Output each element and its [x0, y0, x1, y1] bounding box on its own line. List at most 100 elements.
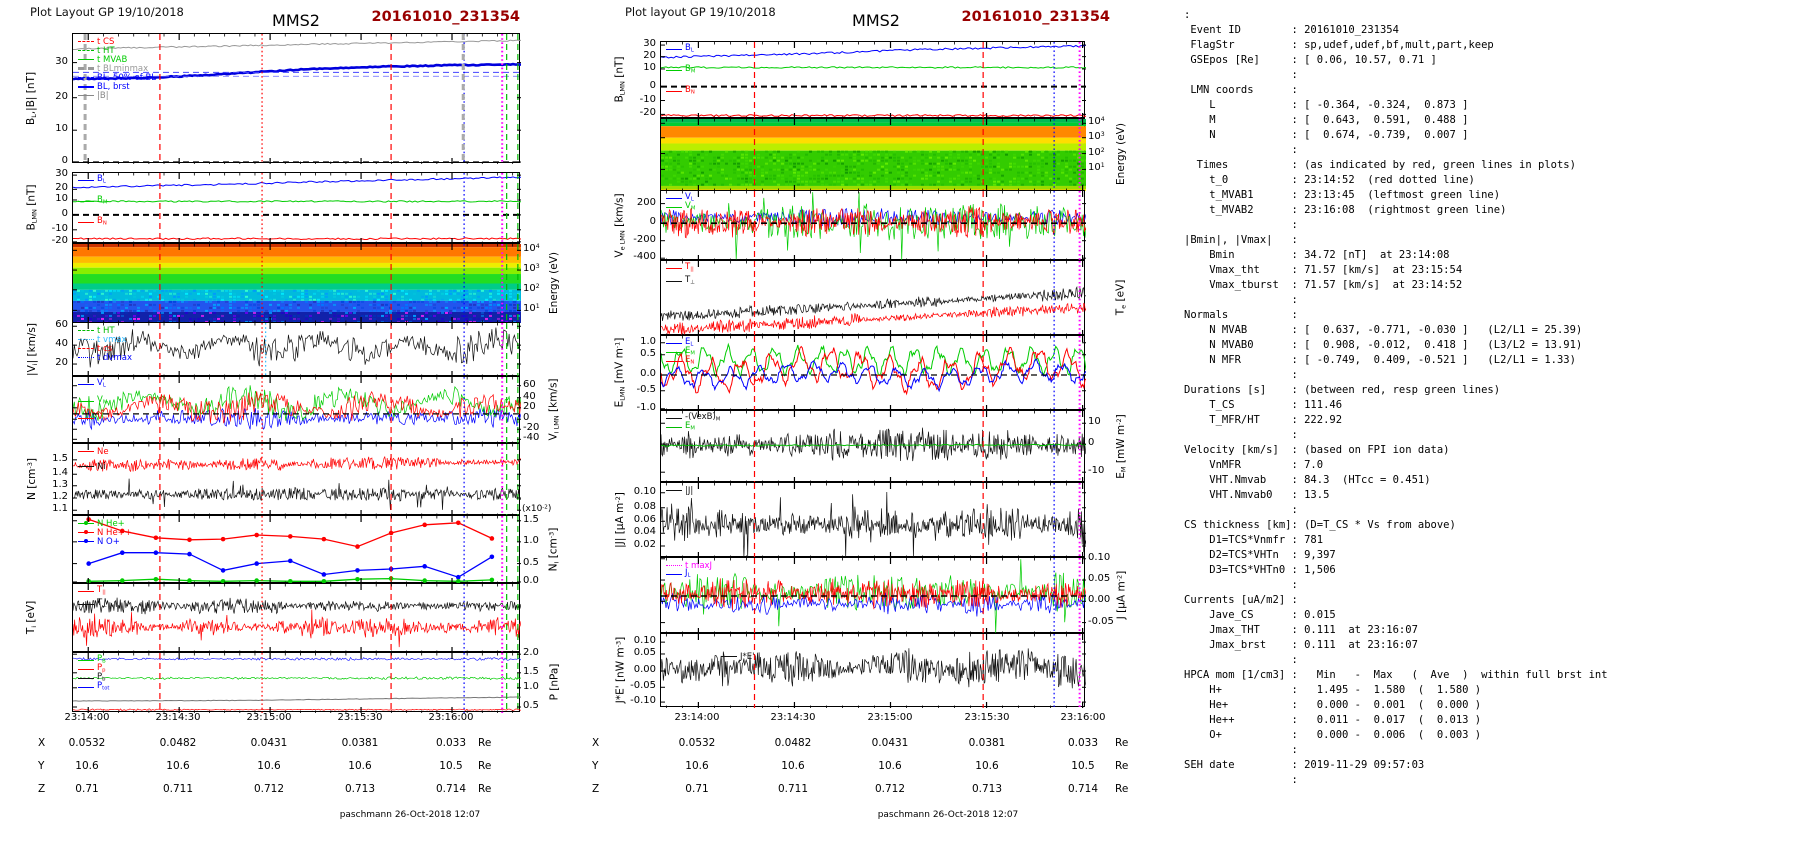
y-tick-label: 0.5	[640, 347, 656, 359]
y-tick-label: 1.5	[52, 452, 68, 464]
credit-line: paschmann 26-Oct-2018 12:07	[339, 810, 481, 820]
info-line: :	[1184, 144, 1298, 156]
footer-value: 0.713	[344, 783, 376, 795]
legend-label: t HT	[97, 45, 115, 56]
info-line: D1=TCS*Vnmfr : 781	[1184, 534, 1324, 546]
spacecraft-title: MMS2	[272, 11, 320, 30]
y-tick-label: 200	[636, 196, 656, 208]
y-tick-label: 10	[55, 123, 68, 135]
footer-value: 0.713	[971, 783, 1003, 795]
panel-ti: T|| T⊥	[72, 583, 521, 653]
legend-entry: N He+	[78, 519, 132, 528]
info-line: LMN coords :	[1184, 84, 1298, 96]
legend-label: |J|	[685, 485, 694, 496]
y-tick-label: 0.05	[1088, 573, 1111, 585]
solid-line-icon	[666, 418, 682, 419]
y-tick-label: 0.04	[633, 526, 656, 538]
y-tick-label: 1.5	[523, 513, 539, 525]
legend: -(VexB)M EM	[666, 413, 720, 432]
footer-unit: Re	[1115, 737, 1129, 749]
dashed-line-icon	[78, 77, 94, 78]
panel-j_lmn: t maxJ JL	[660, 557, 1086, 634]
info-line: Jave_CS : 0.015	[1184, 609, 1336, 621]
dashed-line-icon	[78, 50, 94, 51]
panel-e_lmn: EL EM EN	[660, 335, 1086, 411]
info-line: T_CS : 111.46	[1184, 399, 1343, 411]
info-line: Currents [uA/m2] :	[1184, 594, 1298, 606]
footer-value: 0.714	[435, 783, 467, 795]
solid-line-icon	[78, 418, 94, 419]
footer-value: 10.5	[439, 760, 463, 772]
panel-jmag: |J|	[660, 482, 1086, 558]
y-tick-label: 0	[61, 155, 68, 167]
info-line: He++ : 0.011 - 0.017 ( 0.013 )	[1184, 714, 1482, 726]
x-tick-label: 23:14:00	[674, 712, 720, 723]
legend-label: VL	[97, 378, 106, 389]
plot-canvas	[661, 483, 1086, 558]
x-tick-label: 23:16:00	[428, 712, 474, 723]
y-tick-label: -20	[639, 107, 656, 119]
legend-label: BL	[97, 174, 106, 185]
solid-line-icon	[666, 198, 682, 199]
y-tick-label: 102	[523, 282, 540, 294]
panel-vi_mag: t HT t vmax t cs t dvmax	[72, 322, 521, 377]
y-tick-label: 0.0	[640, 368, 656, 379]
footer-value: 10.5	[1071, 760, 1095, 772]
legend-entry: VL	[78, 378, 107, 389]
y-tick-label: 1.3	[52, 478, 68, 490]
credit-line: paschmann 26-Oct-2018 12:07	[877, 810, 1019, 820]
solid-line-icon	[78, 539, 94, 543]
legend-entry: VM	[78, 396, 107, 406]
legend-label: t dvmax	[97, 352, 132, 363]
footer-value: 10.6	[685, 760, 709, 772]
info-line: :	[1184, 9, 1191, 21]
legend-label: BN	[97, 216, 107, 227]
legend-entry: VM	[666, 201, 696, 212]
legend-label: VN	[97, 412, 107, 423]
footer-value: 10.6	[348, 760, 372, 772]
legend-entry: t BLminmax	[78, 64, 156, 73]
footer-value: 0.711	[162, 783, 194, 795]
y-tick-label: 0.10	[633, 635, 656, 647]
legend: BL BM BN	[78, 174, 107, 227]
y-tick-label: 20	[55, 90, 68, 102]
y-tick-label: 20	[643, 49, 656, 61]
legend-entry: t dvmax	[78, 353, 132, 362]
legend: EL EM EN	[666, 338, 695, 366]
legend-entry: Ni	[78, 462, 109, 471]
legend-label: EN	[685, 355, 695, 366]
plot-canvas	[661, 119, 1086, 191]
y-tick-label: -0.05	[630, 680, 656, 692]
legend-entry: T||	[78, 586, 107, 596]
info-line: L : [ -0.364, -0.324, 0.873 ]	[1184, 99, 1469, 111]
y-tick-label: 0	[649, 79, 656, 91]
info-line: HPCA mom [1/cm3] : Min - Max ( Ave ) wit…	[1184, 669, 1608, 681]
footer-value: 0.0532	[678, 737, 716, 749]
legend-entry: BL	[666, 44, 695, 54]
info-line: Vmax_tht : 71.57 [km/s] at 23:15:54	[1184, 264, 1463, 276]
legend-label: t CS	[97, 36, 115, 47]
info-line: :	[1184, 774, 1298, 786]
legend: t maxJ JL	[666, 561, 712, 579]
solid-line-icon	[78, 59, 94, 60]
y-tick-label: 0.5	[523, 700, 539, 711]
plot-canvas	[661, 411, 1086, 483]
plot-canvas	[73, 584, 521, 653]
y-tick-label: 0.08	[633, 500, 656, 512]
solid-line-icon	[78, 451, 94, 452]
solid-line-icon	[78, 678, 94, 679]
y-tick-label: -10	[1088, 465, 1105, 477]
legend-label: BL, brst	[97, 81, 130, 92]
y-tick-label: 103	[523, 263, 540, 275]
footer-row-label: Z	[38, 783, 46, 795]
solid-line-icon	[78, 384, 94, 385]
panel-vi_lmn: VL VM VN	[72, 376, 521, 444]
y-tick-label: 1.0	[640, 335, 656, 347]
info-line: t_MVAB2 : 23:16:08 (rightmost green line…	[1184, 204, 1507, 216]
legend-label: |B|	[97, 90, 109, 101]
plot-canvas	[661, 191, 1086, 261]
footer-value: 0.0482	[159, 737, 197, 749]
panel-b_lmn: BL BM BN	[72, 172, 521, 244]
panel-pressure: PB Pp Pb Ptot	[72, 652, 521, 713]
legend-label: VM	[685, 201, 696, 212]
